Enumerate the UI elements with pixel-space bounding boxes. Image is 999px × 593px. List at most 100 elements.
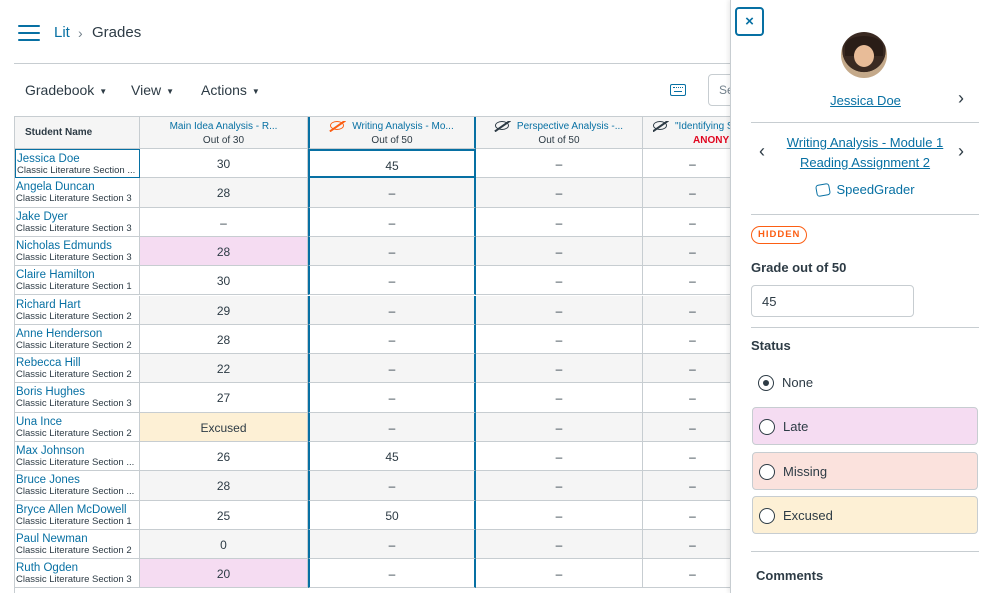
student-name-link[interactable]: Angela Duncan — [16, 181, 139, 193]
grade-cell[interactable]: – — [308, 178, 476, 208]
grade-cell[interactable]: 0 — [140, 529, 308, 560]
grade-cell[interactable]: – — [643, 501, 730, 530]
grade-cell[interactable]: – — [308, 266, 476, 296]
student-name-cell[interactable]: Rebecca Hill Classic Literature Section 2 — [15, 354, 140, 384]
grade-cell[interactable]: – — [476, 412, 643, 442]
grade-cell[interactable]: 29 — [140, 295, 308, 325]
actions-menu-button[interactable]: Actions ▼ — [201, 82, 260, 98]
grade-cell[interactable]: – — [476, 500, 643, 530]
breadcrumb-course[interactable]: Lit — [54, 24, 70, 41]
grade-cell[interactable]: – — [643, 295, 730, 325]
status-option-late[interactable]: Late — [752, 407, 978, 445]
student-name-cell[interactable]: Max Johnson Classic Literature Section ..… — [15, 442, 140, 472]
column-header-student-name[interactable]: Student Name — [15, 117, 140, 149]
grade-cell[interactable]: 28 — [140, 471, 308, 501]
grade-cell[interactable]: 27 — [140, 383, 308, 413]
student-name-link[interactable]: Una Ince — [16, 416, 139, 428]
grade-cell[interactable]: – — [308, 471, 476, 501]
student-name-link[interactable]: Claire Hamilton — [16, 269, 139, 281]
grade-cell[interactable]: – — [643, 559, 730, 589]
column-header-perspective-analysis[interactable]: Perspective Analysis -... Out of 50 — [476, 117, 643, 149]
grade-cell[interactable]: 50 — [308, 500, 476, 530]
student-name-cell[interactable]: Bryce Allen McDowell Classic Literature S… — [15, 500, 140, 530]
student-name-link[interactable]: Boris Hughes — [16, 386, 139, 398]
student-name-link[interactable]: Paul Newman — [16, 533, 139, 545]
column-header-main-idea[interactable]: Main Idea Analysis - R... Out of 30 — [140, 117, 308, 149]
student-name-link[interactable]: Nicholas Edmunds — [16, 240, 139, 252]
grade-cell[interactable]: – — [643, 236, 730, 267]
grade-cell[interactable]: – — [643, 208, 730, 237]
grade-cell[interactable]: – — [476, 295, 643, 325]
student-name-cell[interactable]: Jessica Doe Classic Literature Section ..… — [15, 149, 140, 179]
grade-cell[interactable]: – — [308, 383, 476, 413]
grade-cell[interactable]: – — [308, 412, 476, 442]
grade-cell[interactable]: – — [476, 266, 643, 296]
grade-cell[interactable]: – — [643, 412, 730, 442]
grade-cell[interactable]: 28 — [140, 324, 308, 355]
grade-cell[interactable]: Excused — [140, 412, 308, 442]
grade-cell[interactable]: 20 — [140, 559, 308, 589]
grade-cell[interactable]: – — [476, 529, 643, 560]
student-name-link[interactable]: Jessica Doe — [17, 153, 139, 165]
status-option-none[interactable]: None — [752, 364, 978, 402]
next-student-chevron-icon[interactable]: › — [958, 88, 964, 109]
student-name-link[interactable]: Anne Henderson — [16, 328, 139, 340]
status-option-missing[interactable]: Missing — [752, 452, 978, 490]
student-name-cell[interactable]: Jake Dyer Classic Literature Section 3 — [15, 207, 140, 237]
student-name-cell[interactable]: Angela Duncan Classic Literature Section … — [15, 178, 140, 208]
grade-cell[interactable]: – — [643, 442, 730, 472]
student-name-cell[interactable]: Claire Hamilton Classic Literature Sectio… — [15, 266, 140, 296]
student-name-cell[interactable]: Paul Newman Classic Literature Section 2 — [15, 529, 140, 560]
grade-cell[interactable]: – — [476, 178, 643, 208]
grade-cell[interactable]: – — [643, 471, 730, 501]
student-name-link[interactable]: Ruth Ogden — [16, 562, 139, 574]
student-name-link[interactable]: Bruce Jones — [16, 474, 139, 486]
student-name-link[interactable]: Jake Dyer — [16, 211, 139, 223]
student-name-link[interactable]: Rebecca Hill — [16, 357, 139, 369]
grade-cell[interactable]: – — [643, 149, 730, 179]
grade-cell[interactable]: – — [643, 354, 730, 384]
grade-input[interactable]: 45 — [751, 285, 914, 317]
grade-cell[interactable]: – — [476, 471, 643, 501]
status-option-excused[interactable]: Excused — [752, 496, 978, 534]
speedgrader-link[interactable]: SpeedGrader — [731, 182, 999, 198]
student-name-cell[interactable]: Ruth Ogden Classic Literature Section 3 — [15, 559, 140, 589]
grade-cell[interactable]: 30 — [140, 149, 308, 179]
view-menu-button[interactable]: View ▼ — [131, 82, 174, 98]
keyboard-shortcuts-icon[interactable] — [670, 84, 686, 96]
grade-cell[interactable]: – — [308, 354, 476, 384]
column-header-writing-analysis[interactable]: Writing Analysis - Mo... Out of 50 — [308, 117, 476, 149]
student-name-cell[interactable]: Boris Hughes Classic Literature Section 3 — [15, 383, 140, 413]
grade-cell[interactable]: – — [643, 178, 730, 208]
hamburger-menu-icon[interactable] — [18, 25, 40, 41]
next-assignment-chevron-icon[interactable]: › — [958, 141, 964, 162]
student-name-cell[interactable]: Nicholas Edmunds Classic Literature Secti… — [15, 236, 140, 267]
grade-cell[interactable]: 25 — [140, 500, 308, 530]
student-name-link[interactable]: Richard Hart — [16, 299, 139, 311]
grade-cell[interactable]: 30 — [140, 266, 308, 296]
grade-cell[interactable]: – — [476, 149, 643, 179]
grade-cell[interactable]: – — [476, 207, 643, 237]
grade-cell[interactable]: 22 — [140, 354, 308, 384]
grade-cell[interactable]: – — [476, 383, 643, 413]
grade-cell[interactable]: – — [643, 383, 730, 413]
grade-cell[interactable]: – — [140, 207, 308, 237]
grade-cell[interactable]: – — [476, 559, 643, 589]
gradebook-menu-button[interactable]: Gradebook ▼ — [25, 82, 107, 98]
grade-cell[interactable]: 28 — [140, 236, 308, 267]
grade-cell[interactable]: – — [308, 207, 476, 237]
grade-cell[interactable]: – — [308, 324, 476, 355]
grade-cell[interactable]: 26 — [140, 442, 308, 472]
student-name-cell[interactable]: Bruce Jones Classic Literature Section ..… — [15, 471, 140, 501]
grade-cell[interactable]: – — [643, 529, 730, 560]
grade-cell[interactable]: – — [308, 236, 476, 267]
grade-cell[interactable]: – — [476, 324, 643, 355]
assignment-name-link[interactable]: Writing Analysis - Module 1 — [761, 133, 969, 153]
grade-cell[interactable]: – — [476, 442, 643, 472]
grade-cell[interactable]: – — [308, 529, 476, 560]
student-name-cell[interactable]: Una Ince Classic Literature Section 2 — [15, 412, 140, 442]
student-name-cell[interactable]: Richard Hart Classic Literature Section 2 — [15, 295, 140, 325]
grade-cell[interactable]: 45 — [308, 149, 476, 179]
student-name-cell[interactable]: Anne Henderson Classic Literature Section… — [15, 324, 140, 355]
student-name-link[interactable]: Bryce Allen McDowell — [16, 504, 139, 516]
